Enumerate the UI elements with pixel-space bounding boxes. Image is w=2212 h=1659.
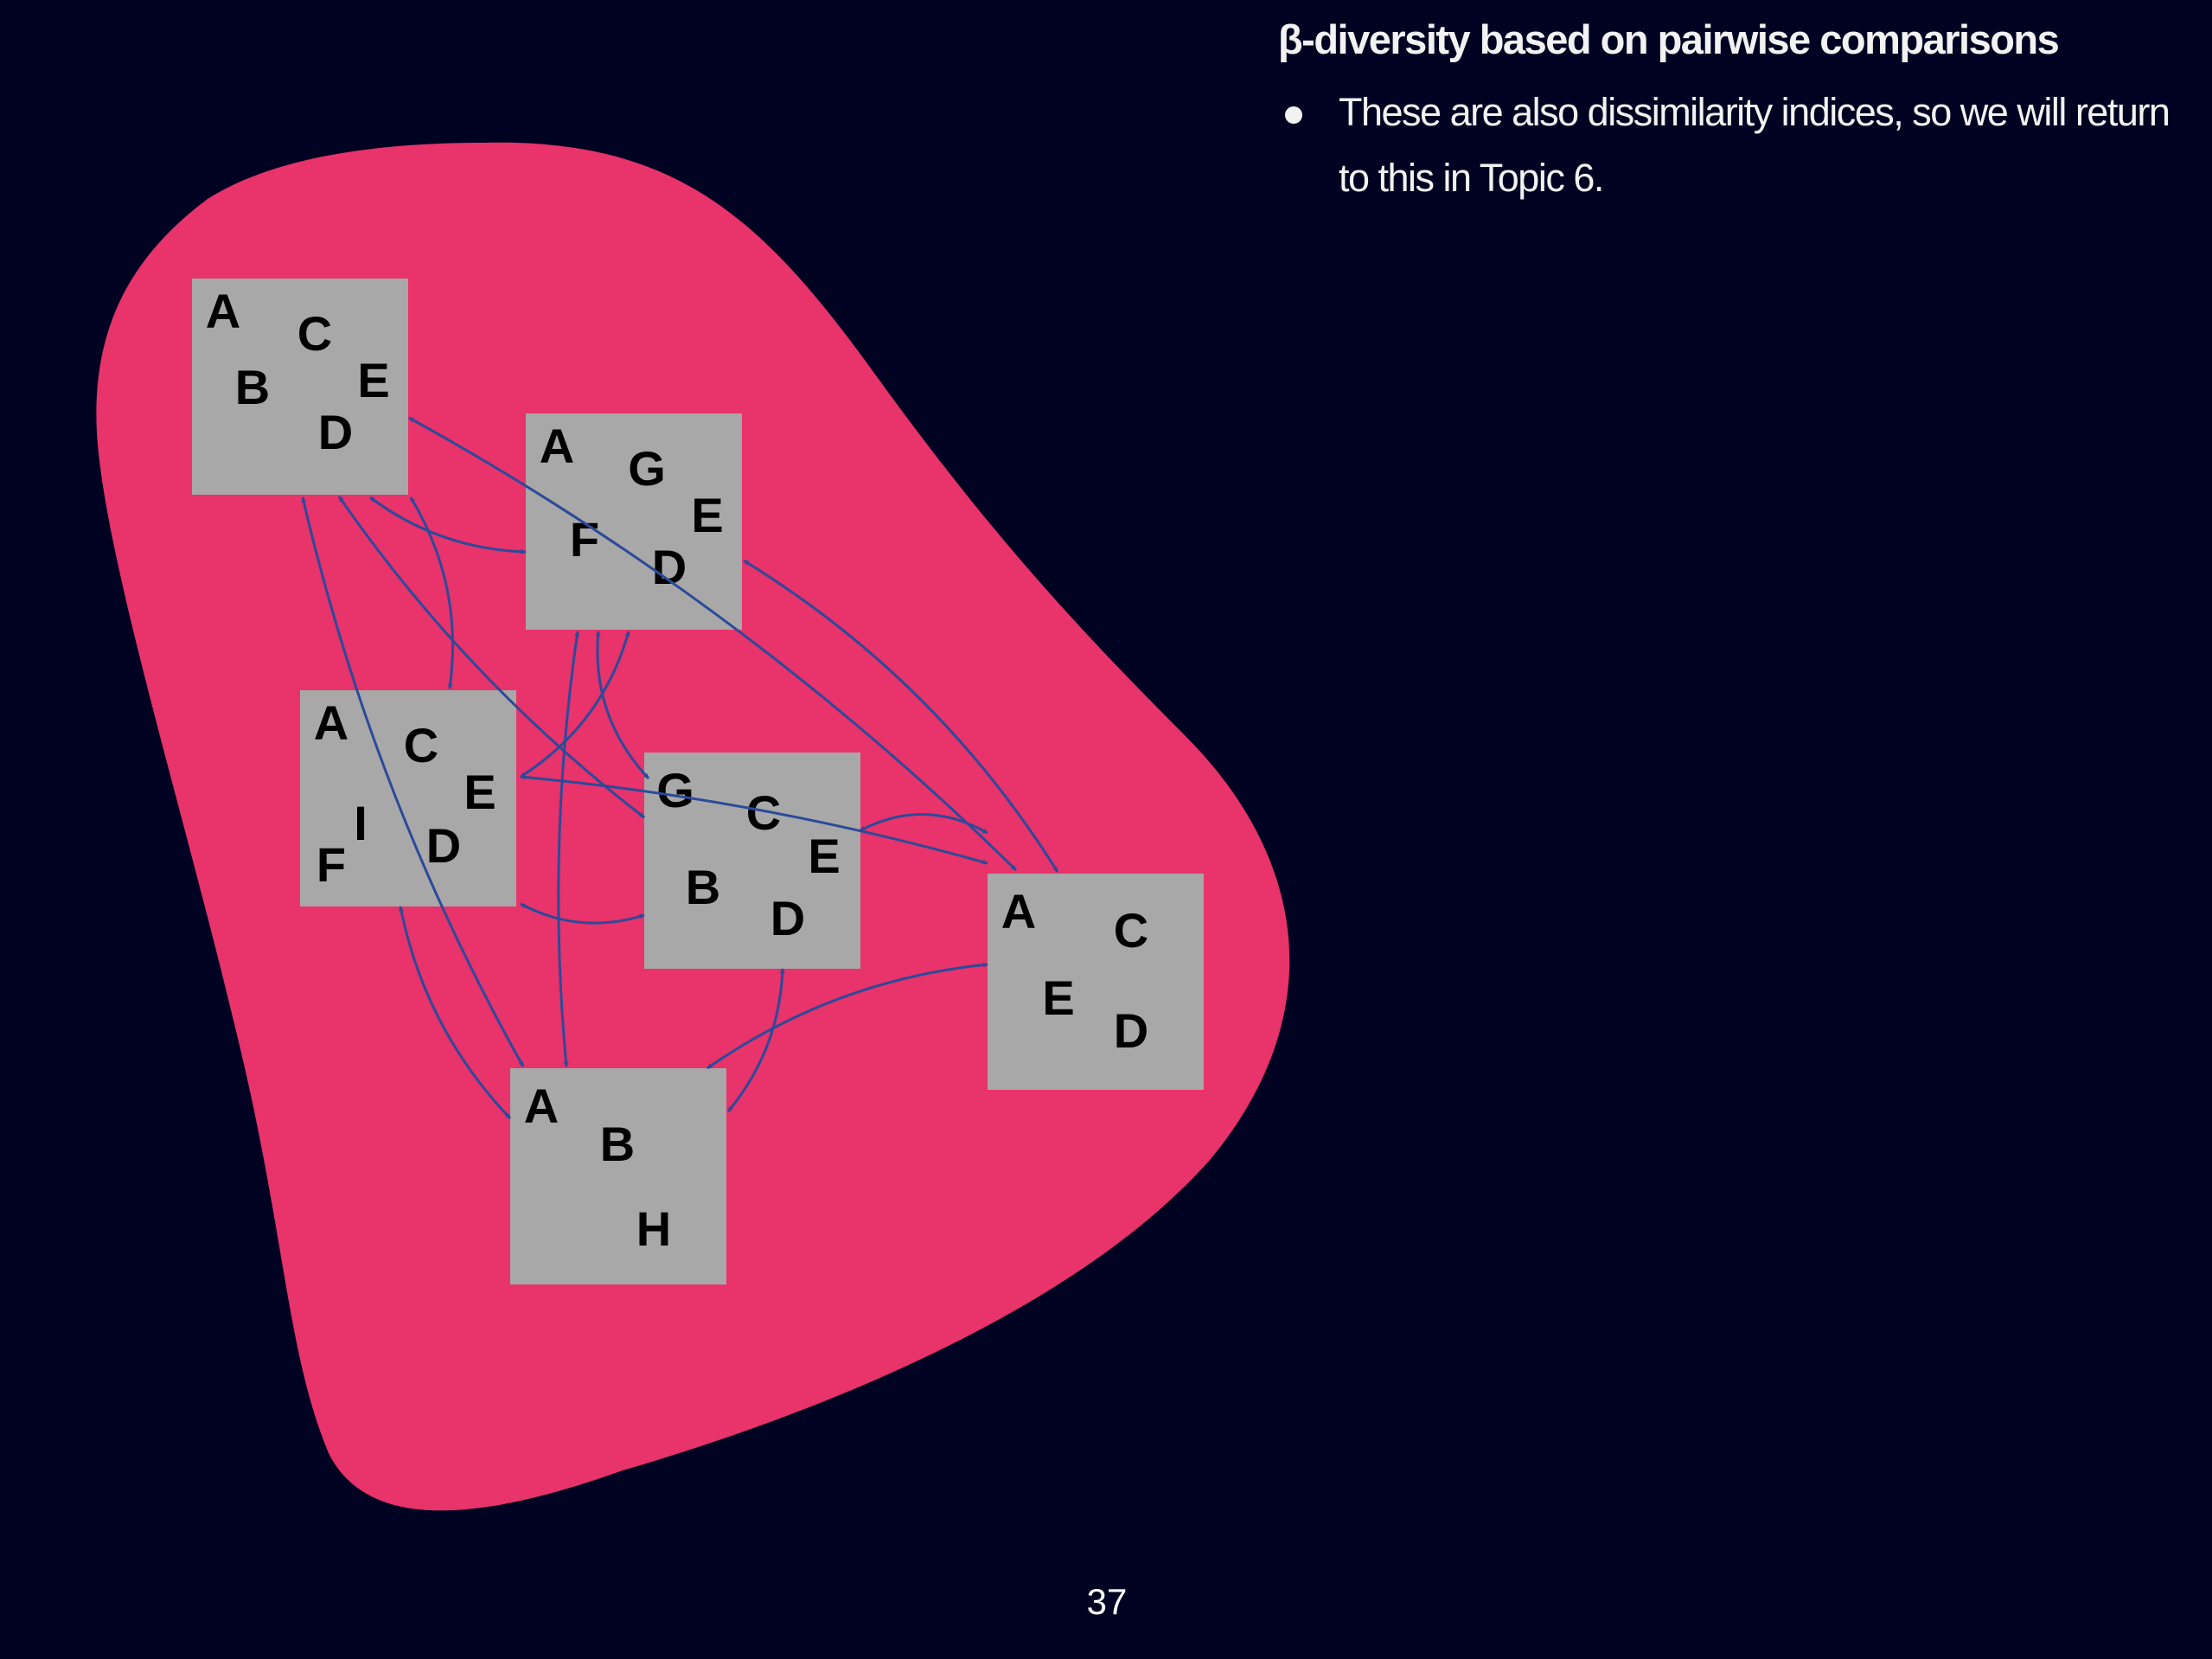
species-label: I xyxy=(354,796,368,850)
quadrat-q2: A GE FD xyxy=(526,413,742,630)
quadrat-q5: A CED xyxy=(988,874,1204,1090)
slide: ACBEDAGEFDACEIFDGCEBDACEDABH β-diversity… xyxy=(0,0,2212,1659)
species-label: B xyxy=(235,360,270,414)
bullet-text: These are also dissimilarity indices, so… xyxy=(1339,90,2170,200)
species-label: G xyxy=(628,441,666,496)
species-label: F xyxy=(316,837,346,892)
species-label: A xyxy=(524,1079,559,1133)
species-label: E xyxy=(357,353,389,407)
quadrat-q1: A CB ED xyxy=(192,279,408,495)
species-label: D xyxy=(770,891,805,945)
species-label: E xyxy=(808,829,840,883)
quadrat-q6: ABH xyxy=(510,1068,726,1284)
species-label: A xyxy=(540,419,574,473)
species-label: D xyxy=(318,405,353,459)
beta-diversity-diagram: A CB ED A GEFDA CEIF DG CEBD A CEDABH xyxy=(96,142,1290,1511)
species-label: E xyxy=(1042,970,1074,1025)
species-label: B xyxy=(600,1117,635,1171)
species-label: A xyxy=(206,284,240,338)
species-label: G xyxy=(656,763,694,817)
slide-heading: β-diversity based on pairwise comparison… xyxy=(1278,16,2060,62)
species-label: D xyxy=(652,540,687,594)
species-label: E xyxy=(691,488,723,542)
species-label: E xyxy=(463,765,495,819)
species-label: D xyxy=(426,818,461,873)
bullet-item: These are also dissimilarity indices, so… xyxy=(1278,80,2195,211)
species-label: F xyxy=(570,512,599,567)
species-label: H xyxy=(636,1201,671,1256)
bullet-list: These are also dissimilarity indices, so… xyxy=(1278,80,2195,211)
species-label: C xyxy=(297,306,332,361)
quadrat-q3: A CE IF D xyxy=(300,690,516,906)
species-label: C xyxy=(1114,903,1148,958)
bullet-dot-icon xyxy=(1285,106,1302,124)
species-label: A xyxy=(1001,884,1036,938)
species-label: B xyxy=(686,860,720,914)
page-number: 37 xyxy=(1086,1581,1128,1622)
species-label: A xyxy=(314,695,348,750)
quadrat-q4: G CEBD xyxy=(644,753,860,969)
species-label: D xyxy=(1114,1003,1148,1058)
species-label: C xyxy=(404,718,438,772)
